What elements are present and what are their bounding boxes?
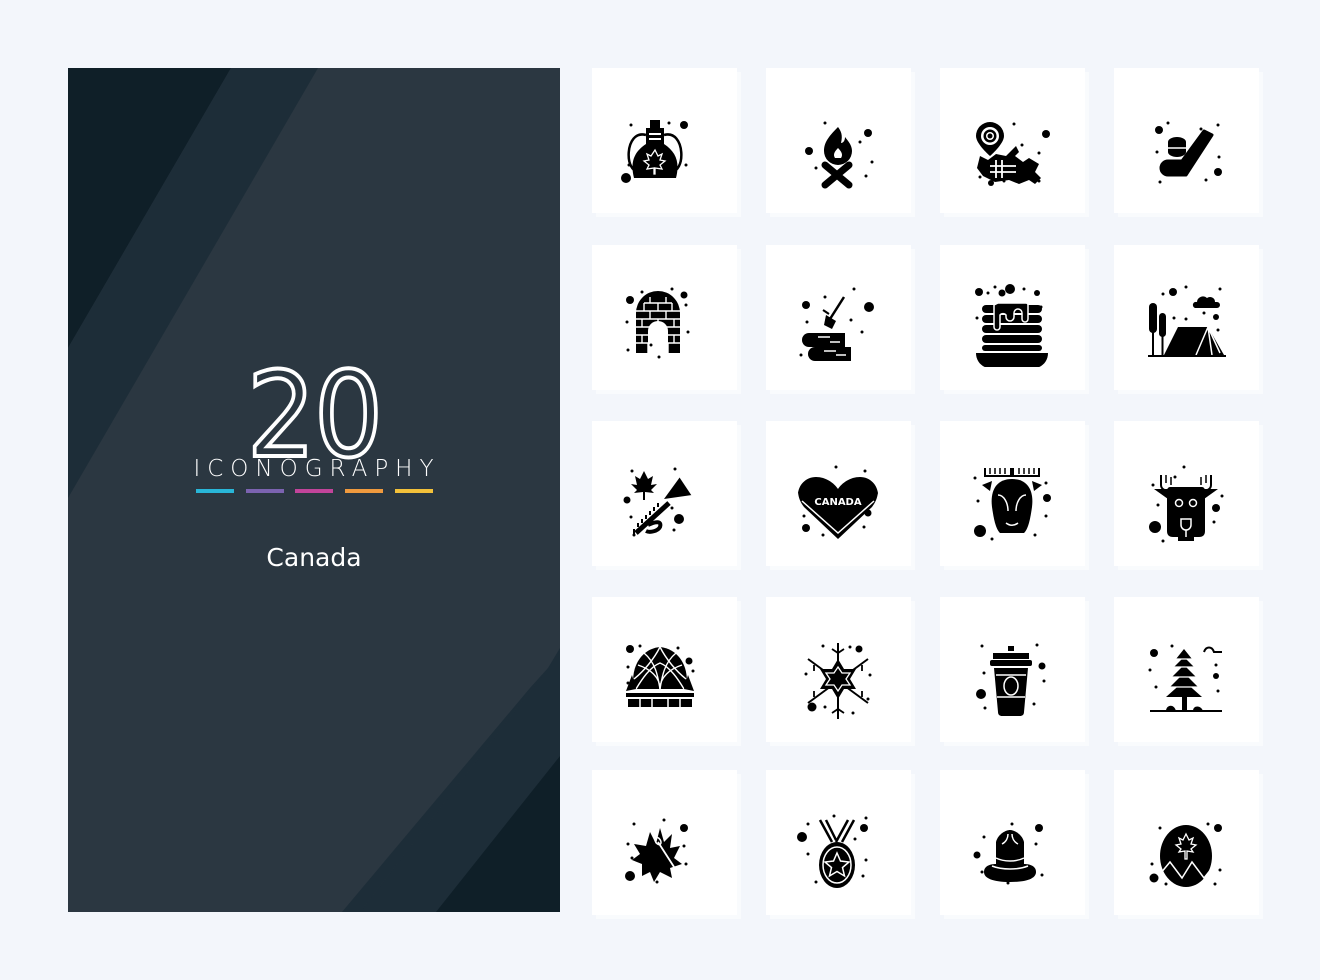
axe-logs-icon: [799, 287, 874, 361]
pine-tree-icon: [1148, 644, 1222, 712]
accent-bars: [196, 489, 436, 494]
heart-label: CANADA: [814, 497, 861, 508]
icon-card-canada-heart[interactable]: CANADA: [766, 421, 911, 566]
mountie-hat-icon: [973, 822, 1044, 885]
icon-card-reindeer[interactable]: [1114, 421, 1259, 566]
icon-card-maple-needle[interactable]: [592, 770, 737, 915]
icon-card-campfire[interactable]: [766, 68, 911, 213]
campfire-icon: [805, 121, 874, 189]
set-title: Canada: [266, 543, 362, 572]
icon-card-coffee[interactable]: [940, 597, 1085, 742]
cover-panel: 20 ICONOGRAPHY Canada: [68, 68, 560, 912]
accent-bar-2: [246, 489, 284, 493]
icon-card-moose[interactable]: [940, 421, 1085, 566]
icon-card-snowflake[interactable]: [766, 597, 911, 742]
maple-leaf-needle-icon: [625, 818, 688, 884]
pancakes-syrup-icon: [975, 284, 1048, 367]
icon-card-axe-logs[interactable]: [766, 245, 911, 390]
accent-bar-4: [345, 489, 383, 493]
icon-card-mountie-hat[interactable]: [940, 770, 1085, 915]
icon-card-pancakes[interactable]: [940, 245, 1085, 390]
icon-card-pine-tree[interactable]: [1114, 597, 1259, 742]
maple-mountain-badge-icon: [1149, 822, 1222, 887]
icon-card-igloo[interactable]: [592, 245, 737, 390]
iconography-label: ICONOGRAPHY: [193, 456, 441, 482]
icon-card-tent[interactable]: [1114, 245, 1259, 390]
hockey-stick-puck-icon: [1155, 121, 1222, 184]
accent-bar-5: [395, 489, 433, 493]
icon-card-biosphere[interactable]: [592, 597, 737, 742]
canada-heart-icon: CANADA: [798, 465, 878, 539]
coffee-cup-icon: [976, 643, 1046, 716]
icon-card-canada-map[interactable]: [940, 68, 1085, 213]
icon-card-medal[interactable]: [766, 770, 911, 915]
moose-face-icon: [973, 468, 1051, 541]
star-medal-icon: [797, 814, 868, 888]
biosphere-dome-icon: [626, 644, 695, 707]
icon-card-hockey[interactable]: [1114, 68, 1259, 213]
accent-bar-1: [196, 489, 234, 493]
accent-bar-3: [295, 489, 333, 493]
snowflake-icon: [804, 643, 872, 719]
canada-map-pin-icon: [976, 122, 1050, 186]
icon-card-maple-badge[interactable]: [1114, 770, 1259, 915]
maple-trumpet-icon: [623, 467, 693, 537]
icon-card-maple-trumpet[interactable]: [592, 421, 737, 566]
reindeer-face-icon: [1149, 465, 1224, 543]
maple-syrup-jug-icon: [621, 120, 688, 183]
camping-tent-icon: [1148, 285, 1226, 357]
icon-card-maple-syrup[interactable]: [592, 68, 737, 213]
igloo-icon: [625, 287, 690, 359]
